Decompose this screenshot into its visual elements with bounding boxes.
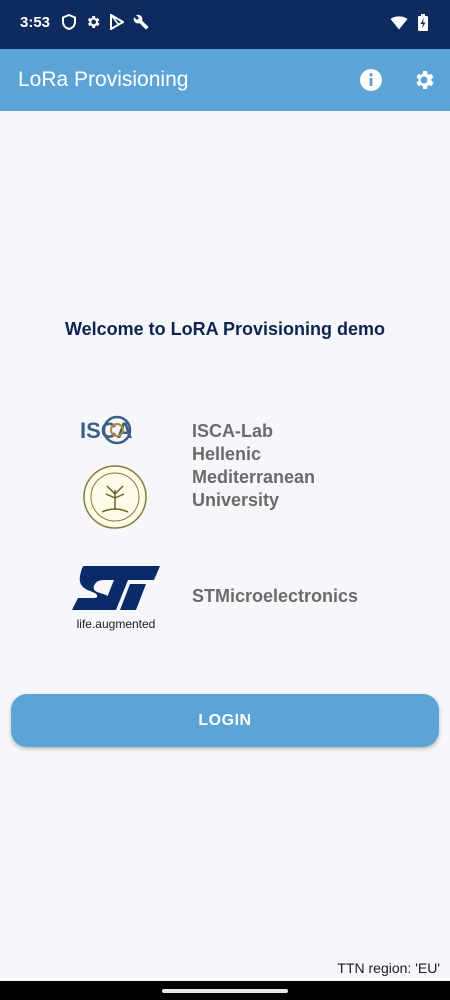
battery-charging-icon bbox=[418, 14, 428, 31]
status-time: 3:53 bbox=[20, 14, 51, 31]
status-icons-left bbox=[62, 14, 149, 30]
wrench-icon bbox=[133, 14, 149, 30]
login-button[interactable]: LOGIN bbox=[11, 694, 439, 747]
isca-logo: ISCA bbox=[80, 415, 133, 445]
welcome-heading: Welcome to LoRA Provisioning demo bbox=[64, 319, 386, 339]
org-row-isca-hmu: ISCA ISCA-Lab Hellenic Mediterranean Uni… bbox=[0, 408, 450, 533]
st-logo: life.augmented bbox=[72, 566, 160, 631]
play-store-icon bbox=[110, 14, 124, 30]
org-line: Hellenic bbox=[192, 444, 262, 464]
info-icon bbox=[360, 69, 382, 91]
ttn-region-label: TTN region: 'EU' bbox=[337, 960, 440, 976]
org-name-isca-hmu: ISCA-Lab Hellenic Mediterranean Universi… bbox=[192, 420, 342, 512]
hmu-seal-logo bbox=[83, 465, 147, 529]
org-line: ISCA-Lab bbox=[192, 421, 273, 441]
status-icons-right bbox=[390, 14, 428, 31]
org-row-st: life.augmented STMicroelectronics bbox=[0, 558, 450, 633]
settings-button[interactable] bbox=[411, 67, 437, 93]
navigation-bar bbox=[0, 981, 450, 1000]
status-bar: 3:53 bbox=[0, 0, 450, 49]
shield-outline-icon bbox=[62, 14, 76, 30]
gesture-handle[interactable] bbox=[162, 989, 288, 993]
org-line: Mediterranean bbox=[192, 467, 316, 487]
settings-gear-icon bbox=[416, 71, 434, 89]
app-bar: LoRa Provisioning bbox=[0, 49, 450, 111]
wifi-icon bbox=[390, 15, 408, 30]
app-title: LoRa Provisioning bbox=[18, 68, 189, 91]
org-name-st: STMicroelectronics bbox=[192, 586, 359, 606]
st-logo-text: life.augmented bbox=[77, 617, 156, 631]
gear-icon bbox=[85, 14, 101, 30]
info-button[interactable] bbox=[358, 67, 384, 93]
org-line: University bbox=[192, 490, 280, 510]
